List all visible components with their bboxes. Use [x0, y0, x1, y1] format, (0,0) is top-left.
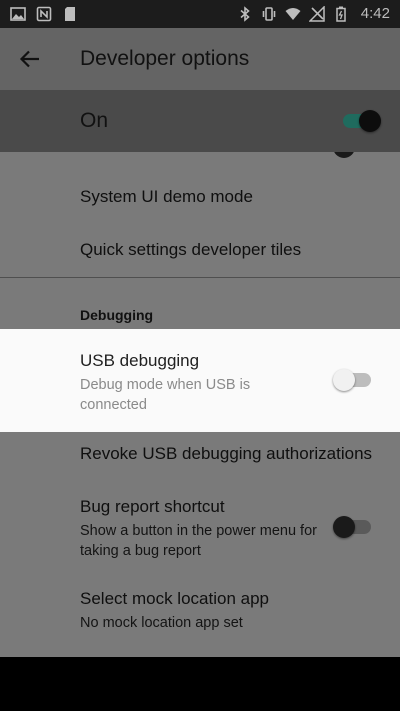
master-switch-bar[interactable]: On: [0, 90, 400, 152]
list-item-summary: No mock location app set: [80, 615, 243, 631]
list-item-title: Bug report shortcut: [80, 497, 225, 516]
status-right-icons: 4:42: [237, 5, 390, 22]
wifi-icon: [285, 7, 301, 20]
list-item-summary: Debug mode when USB is connected: [80, 377, 251, 413]
toggle-thumb: [333, 516, 355, 538]
list-item-mock-location[interactable]: Select mock location app No mock locatio…: [0, 580, 400, 640]
image-icon: [10, 7, 26, 21]
list-item-title: Select mock location app: [80, 589, 269, 608]
master-toggle[interactable]: [343, 109, 381, 133]
usb-debugging-toggle[interactable]: [333, 368, 371, 392]
list-item-system-ui-demo[interactable]: System UI demo mode: [0, 178, 400, 214]
toggle-thumb: [333, 369, 355, 391]
list-item-title: USB debugging: [80, 351, 200, 370]
arrow-back-icon: [19, 50, 39, 68]
back-button[interactable]: [14, 45, 46, 73]
status-left-icons: [10, 6, 78, 22]
list-item-title: Quick settings developer tiles: [80, 240, 302, 259]
list-item-quick-settings-tiles[interactable]: Quick settings developer tiles: [0, 231, 400, 267]
list-item-title: System UI demo mode: [80, 187, 253, 206]
list-item-title: Revoke USB debugging authorizations: [80, 444, 373, 463]
list-item-bug-report-shortcut[interactable]: Bug report shortcut Show a button in the…: [0, 488, 400, 568]
master-switch-label: On: [80, 109, 109, 132]
vibrate-icon: [262, 6, 276, 21]
master-toggle-thumb: [359, 110, 381, 132]
no-signal-icon: [308, 5, 325, 22]
page-title: Developer options: [80, 47, 250, 70]
list-item-revoke-usb[interactable]: Revoke USB debugging authorizations: [0, 435, 400, 471]
bug-report-toggle[interactable]: [333, 515, 371, 539]
nfc-icon: [36, 6, 52, 22]
section-header-debugging: Debugging: [80, 307, 154, 323]
navigation-area: [0, 657, 400, 711]
bluetooth-icon: [240, 5, 250, 22]
sd-card-icon: [65, 7, 75, 21]
list-item-usb-debugging[interactable]: USB debugging Debug mode when USB is con…: [0, 329, 400, 432]
divider: [0, 277, 400, 278]
settings-list[interactable]: System UI demo mode Quick settings devel…: [0, 152, 400, 657]
partial-toggle-thumb: [333, 152, 355, 158]
status-bar: 4:42: [0, 0, 400, 28]
battery-icon: [336, 6, 346, 22]
list-item-summary: Show a button in the power menu for taki…: [80, 523, 317, 559]
app-bar: Developer options: [0, 28, 400, 90]
status-time: 4:42: [360, 5, 390, 22]
